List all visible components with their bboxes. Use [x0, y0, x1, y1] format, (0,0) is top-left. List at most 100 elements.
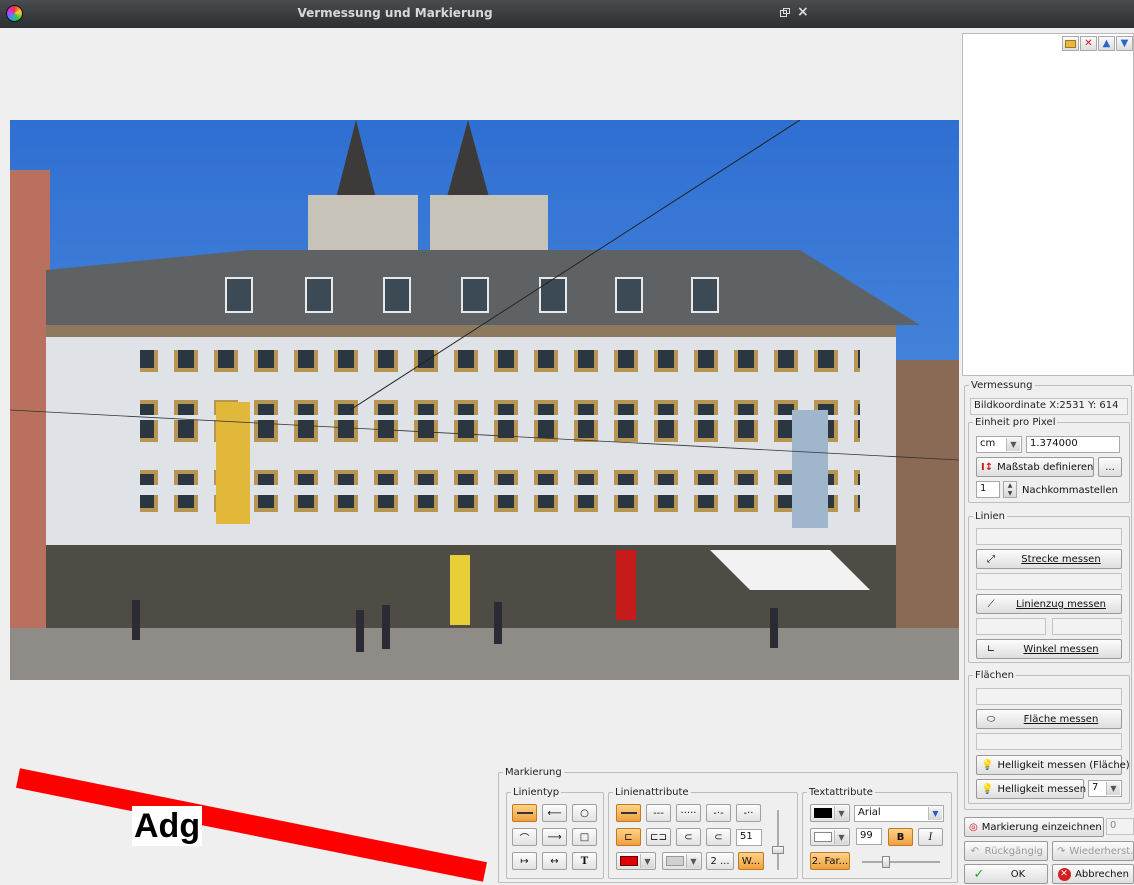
helligkeit-messen-button[interactable]: 💡 Helligkeit messen — [976, 779, 1086, 799]
two-lines-button[interactable]: 2 ... — [706, 852, 734, 870]
bold-button[interactable]: B — [888, 828, 913, 846]
text-tool-button[interactable]: T — [572, 852, 597, 870]
image-coordinate-field: Bildkoordinate X:2531 Y: 614 — [970, 398, 1128, 415]
font-size-input[interactable]: 99 — [856, 828, 882, 845]
line-width-slider[interactable] — [772, 810, 784, 870]
delete-icon[interactable]: ✕ — [1080, 36, 1097, 51]
undo-icon: ↶ — [970, 845, 979, 857]
italic-button[interactable]: I — [918, 828, 943, 846]
dimension-line-button[interactable]: ↦ — [512, 852, 537, 870]
lightbulb-icon: 💡 — [981, 759, 994, 771]
polyline-icon: ⟋ — [987, 598, 995, 610]
markierung-einzeichnen-button[interactable]: ◎ Markierung einzeichnen — [964, 817, 1104, 837]
chevron-down-icon: ▼ — [1106, 782, 1120, 795]
redo-icon: ↷ — [1057, 845, 1066, 857]
font-select[interactable]: Arial ▼ — [854, 805, 944, 822]
folder-icon[interactable] — [1062, 36, 1079, 51]
linienattribute-legend: Linienattribute — [615, 787, 689, 798]
ok-button[interactable]: ✓ OK — [964, 864, 1048, 884]
vermessung-legend: Vermessung — [971, 380, 1033, 391]
line-color-select[interactable]: ▼ — [616, 852, 656, 870]
helligkeit-flaeche-button[interactable]: 💡 Helligkeit messen (Fläche) — [976, 755, 1130, 775]
chevron-down-icon: ▼ — [834, 806, 848, 820]
text-color-select[interactable]: ▼ — [810, 804, 850, 822]
circle-button[interactable]: ○ — [572, 804, 597, 822]
title-bar: Vermessung und Markierung × — [0, 0, 1134, 28]
distance-icon: ⤢ — [987, 553, 995, 565]
style-dashdot-button[interactable]: -·- — [706, 804, 731, 822]
chevron-down-icon: ▼ — [686, 854, 700, 868]
chevron-down-icon: ▼ — [928, 807, 942, 820]
einheit-legend: Einheit pro Pixel — [975, 417, 1056, 428]
text-opacity-slider[interactable] — [862, 856, 940, 868]
wiederherst-button: ↷ Wiederherst. — [1052, 841, 1134, 861]
image-canvas[interactable] — [10, 120, 959, 680]
style-dash-button[interactable]: --- — [646, 804, 671, 822]
helligkeit-result — [976, 733, 1122, 750]
cap-square-button[interactable]: ⊏⊐ — [646, 828, 671, 846]
winkel-result-1 — [976, 618, 1046, 635]
unit-value: cm — [980, 438, 996, 449]
line-white-button[interactable]: W... — [738, 852, 764, 870]
helligkeit-radius-select[interactable]: 7 ▼ — [1088, 780, 1122, 797]
style-solid-button[interactable] — [616, 804, 641, 822]
flaeche-result — [976, 688, 1122, 705]
unit-select[interactable]: cm ▼ — [976, 436, 1022, 453]
flaechen-legend: Flächen — [975, 670, 1014, 681]
scale-extra-button[interactable]: ... — [1098, 457, 1122, 477]
second-color-button[interactable]: 2. Far... — [810, 852, 850, 870]
marker-target-icon: ◎ — [969, 821, 978, 833]
arrow-up-icon[interactable]: ▲ — [1098, 36, 1115, 51]
area-icon: ⬭ — [986, 713, 996, 725]
cancel-icon: ✕ — [1057, 867, 1071, 881]
line-plain-button[interactable] — [512, 804, 537, 822]
arrow-down-icon[interactable]: ▼ — [1116, 36, 1133, 51]
strecke-result — [976, 528, 1122, 545]
marking-list[interactable]: ✕ ▲ ▼ — [962, 33, 1134, 376]
line-arrow-left-button[interactable]: ⟵ — [542, 804, 567, 822]
fill-color-select: ▼ — [662, 852, 702, 870]
winkel-messen-button[interactable]: ∟ Winkel messen — [976, 639, 1122, 659]
line-width-input[interactable]: 51 — [736, 829, 762, 846]
markierung-legend: Markierung — [505, 767, 562, 778]
double-arrow-button[interactable]: ↔ — [542, 852, 567, 870]
flaeche-messen-button[interactable]: ⬭ Fläche messen — [976, 709, 1122, 729]
abbrechen-button[interactable]: ✕ Abbrechen — [1052, 864, 1134, 884]
decimals-spinner[interactable]: ▲ ▼ — [1003, 481, 1017, 498]
winkel-result-2 — [1052, 618, 1122, 635]
annotation-line[interactable] — [0, 760, 500, 885]
decimals-input[interactable]: 1 — [976, 481, 1000, 498]
chevron-down-icon: ▼ — [834, 830, 848, 844]
building-photo — [10, 120, 959, 680]
strecke-messen-button[interactable]: ⤢ Strecke messen — [976, 549, 1122, 569]
text-background-select[interactable]: ▼ — [810, 828, 850, 846]
style-dot-button[interactable]: ····· — [676, 804, 701, 822]
linienzug-result — [976, 573, 1122, 590]
angle-icon: ∟ — [986, 643, 996, 655]
decimals-label: Nachkommastellen — [1022, 485, 1118, 496]
rueckgaengig-button: ↶ Rückgängig — [964, 841, 1048, 861]
cap-round-button[interactable]: ⊂ — [676, 828, 701, 846]
cap-round2-button[interactable]: ⊂ — [706, 828, 731, 846]
cap-flat-button[interactable]: ⊏ — [616, 828, 641, 846]
annotation-text[interactable]: Adg — [132, 806, 203, 846]
linien-legend: Linien — [975, 511, 1005, 522]
line-arrow-right-button[interactable]: ⟶ — [542, 828, 567, 846]
close-icon[interactable]: × — [797, 4, 809, 20]
scale-icon: I↕ — [981, 461, 994, 473]
unit-per-pixel-input[interactable]: 1.374000 — [1026, 436, 1120, 453]
textattribute-legend: Textattribute — [809, 787, 873, 798]
window-title: Vermessung und Markierung — [297, 6, 493, 20]
list-toolbar: ✕ ▲ ▼ — [1062, 36, 1133, 51]
linienzug-messen-button[interactable]: ⟋ Linienzug messen — [976, 594, 1122, 614]
restore-icon[interactable] — [780, 8, 790, 17]
rectangle-button[interactable]: □ — [572, 828, 597, 846]
checkmark-icon: ✓ — [973, 866, 985, 882]
chevron-down-icon: ▼ — [1006, 438, 1020, 451]
style-dashdotdot-button[interactable]: -·· — [736, 804, 761, 822]
markierung-count-select: 0 — [1106, 818, 1134, 835]
polyline-button[interactable]: ⌒ — [512, 828, 537, 846]
chevron-down-icon: ▼ — [640, 854, 654, 868]
massstab-definieren-button[interactable]: I↕ Maßstab definieren — [976, 457, 1094, 477]
linientyp-legend: Linientyp — [513, 787, 560, 798]
